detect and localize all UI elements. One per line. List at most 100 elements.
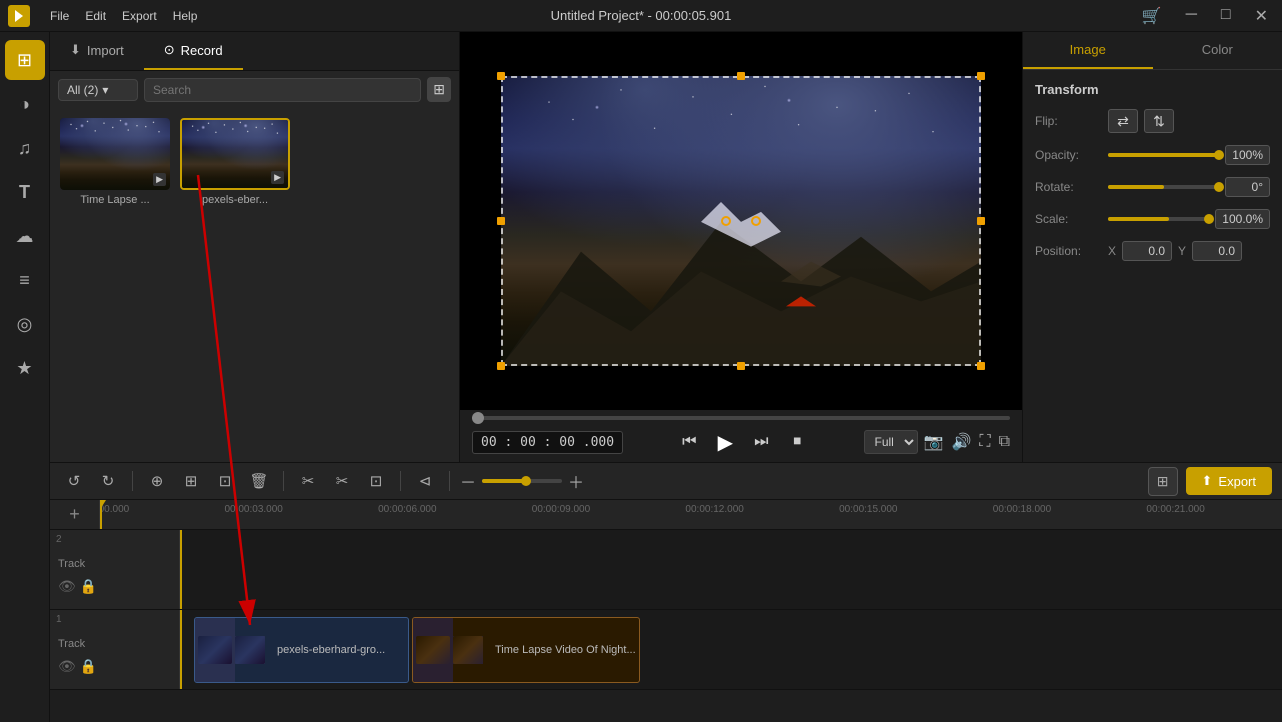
volume-icon[interactable]: 🔊 <box>951 432 971 452</box>
zoom-slider-thumb[interactable] <box>521 476 531 486</box>
track-clip-2[interactable]: Time Lapse Video Of Night... <box>412 617 640 683</box>
track-label-2: 2 Track 👁 🔒 <box>50 530 180 609</box>
magnet-button[interactable]: ⊕ <box>143 467 171 495</box>
media-item-1[interactable]: ▶ Time Lapse ... <box>60 118 170 206</box>
grid-view-button[interactable]: ⊞ <box>427 77 451 102</box>
handle-top-mid[interactable] <box>737 72 745 80</box>
menu-bar: File Edit Export Help <box>50 9 197 23</box>
track-lock-icon-1[interactable]: 🔒 <box>80 658 97 675</box>
rotate-slider-fill <box>1108 185 1164 189</box>
main-area: ⊞ ◑ ♫ T ☁ ≡ ◎ ★ ⬇ Import ⊙ Record <box>0 32 1282 722</box>
tab-import[interactable]: ⬇ Import <box>50 32 144 70</box>
marker-button[interactable]: ⊲ <box>411 467 439 495</box>
menu-edit[interactable]: Edit <box>85 9 106 23</box>
prev-frame-button[interactable]: ⏮ <box>675 428 703 456</box>
flip-h-button[interactable]: ⇄ <box>1108 109 1138 133</box>
opacity-value[interactable]: 100% <box>1225 145 1270 165</box>
rotate-value[interactable]: 0° <box>1225 177 1270 197</box>
crop-button[interactable]: ⊡ <box>362 467 390 495</box>
tab-record[interactable]: ⊙ Record <box>144 32 243 70</box>
zoom-slider-fill <box>482 479 526 483</box>
handle-mid-right[interactable] <box>977 217 985 225</box>
handle-bot-mid[interactable] <box>737 362 745 370</box>
scale-slider[interactable] <box>1108 217 1209 221</box>
media-tabs: ⬇ Import ⊙ Record <box>50 32 459 71</box>
menu-help[interactable]: Help <box>173 9 198 23</box>
record-tab-label: Record <box>181 43 223 58</box>
track-lock-icon-2[interactable]: 🔒 <box>80 578 97 595</box>
track-clip-1[interactable]: pexels-eberhard-gro... <box>194 617 409 683</box>
minimize-button[interactable]: ─ <box>1180 4 1203 28</box>
sidebar-item-audio[interactable]: ♫ <box>5 128 45 168</box>
opacity-slider[interactable] <box>1108 153 1219 157</box>
camera-icon[interactable]: 📷 <box>924 432 944 452</box>
maximize-button[interactable]: □ <box>1215 4 1237 28</box>
position-x-input[interactable] <box>1122 241 1172 261</box>
copy-button[interactable]: ⊡ <box>211 467 239 495</box>
close-button[interactable]: ✕ <box>1249 4 1274 28</box>
fullscreen-icon[interactable]: ⛶ <box>979 433 990 451</box>
sidebar-item-media[interactable]: ⊞ <box>5 40 45 80</box>
stop-button[interactable]: ⏹ <box>783 428 811 456</box>
rotate-slider[interactable] <box>1108 185 1219 189</box>
sidebar-item-text[interactable]: T <box>5 172 45 212</box>
rotation-handle-left[interactable] <box>721 216 731 226</box>
menu-export[interactable]: Export <box>122 9 157 23</box>
track-eye-icon-1[interactable]: 👁 <box>58 658 76 675</box>
cut-right-button[interactable]: ✂ <box>328 467 356 495</box>
rotate-slider-thumb[interactable] <box>1214 182 1224 192</box>
sidebar-item-transitions[interactable]: ≡ <box>5 260 45 300</box>
handle-top-right[interactable] <box>977 72 985 80</box>
media-search-input[interactable] <box>144 78 421 102</box>
track-eye-icon-2[interactable]: 👁 <box>58 578 76 595</box>
redo-button[interactable]: ↻ <box>94 467 122 495</box>
next-frame-button[interactable]: ⏭ <box>747 428 775 456</box>
menu-file[interactable]: File <box>50 9 69 23</box>
position-y-input[interactable] <box>1192 241 1242 261</box>
handle-bot-left[interactable] <box>497 362 505 370</box>
zoom-plus-button[interactable]: ＋ <box>568 469 584 493</box>
handle-top-left[interactable] <box>497 72 505 80</box>
clip-label-1: pexels-eberhard-gro... <box>269 644 393 656</box>
progress-bar[interactable] <box>472 416 1010 420</box>
add-track-icon: + <box>69 504 80 525</box>
window-controls: 🛒 ─ □ ✕ <box>1136 4 1274 28</box>
delete-button[interactable]: 🗑 <box>245 467 273 495</box>
scale-slider-thumb[interactable] <box>1204 214 1214 224</box>
undo-button[interactable]: ↺ <box>60 467 88 495</box>
add-button[interactable]: ⊞ <box>177 467 205 495</box>
tab-image[interactable]: Image <box>1023 32 1153 69</box>
add-track-button[interactable]: + <box>50 500 100 529</box>
rotation-handle-right[interactable] <box>751 216 761 226</box>
handle-mid-left[interactable] <box>497 217 505 225</box>
scale-row: Scale: 100.0% <box>1035 209 1270 229</box>
track-icons-2: 👁 🔒 <box>58 578 171 595</box>
opacity-slider-thumb[interactable] <box>1214 150 1224 160</box>
sidebar-item-shapes[interactable]: ☁ <box>5 216 45 256</box>
zoom-slider[interactable] <box>482 479 562 483</box>
media-filter-dropdown[interactable]: All (2) ▾ <box>58 79 138 101</box>
cart-icon[interactable]: 🛒 <box>1136 4 1168 28</box>
snapshot-button[interactable]: ⊞ <box>1148 467 1178 496</box>
sidebar-item-filter[interactable]: ◎ <box>5 304 45 344</box>
scale-value[interactable]: 100.0% <box>1215 209 1270 229</box>
scale-label: Scale: <box>1035 212 1100 226</box>
zoom-minus-button[interactable]: － <box>460 469 476 493</box>
media-panel: ⬇ Import ⊙ Record All (2) ▾ ⊞ <box>50 32 460 462</box>
media-item-2[interactable]: ▶ pexels-eber... <box>180 118 290 206</box>
flip-label: Flip: <box>1035 114 1100 128</box>
play-button[interactable]: ▶ <box>711 428 739 456</box>
sidebar-item-effects[interactable]: ◑ <box>5 84 45 124</box>
tab-color[interactable]: Color <box>1153 32 1282 69</box>
zoom-select[interactable]: Full <box>864 430 918 454</box>
handle-bot-right[interactable] <box>977 362 985 370</box>
cut-left-button[interactable]: ✂ <box>294 467 322 495</box>
flip-v-button[interactable]: ⇅ <box>1144 109 1174 133</box>
pip-icon[interactable]: ⧉ <box>999 433 1010 451</box>
ruler-mark-2: 00:00:06.000 <box>378 504 436 515</box>
window-title: Untitled Project* - 00:00:05.901 <box>551 8 732 23</box>
record-icon: ⊙ <box>164 42 175 58</box>
export-button[interactable]: ⬆ Export <box>1186 467 1272 495</box>
sidebar-item-favorites[interactable]: ★ <box>5 348 45 388</box>
progress-thumb[interactable] <box>472 412 484 424</box>
